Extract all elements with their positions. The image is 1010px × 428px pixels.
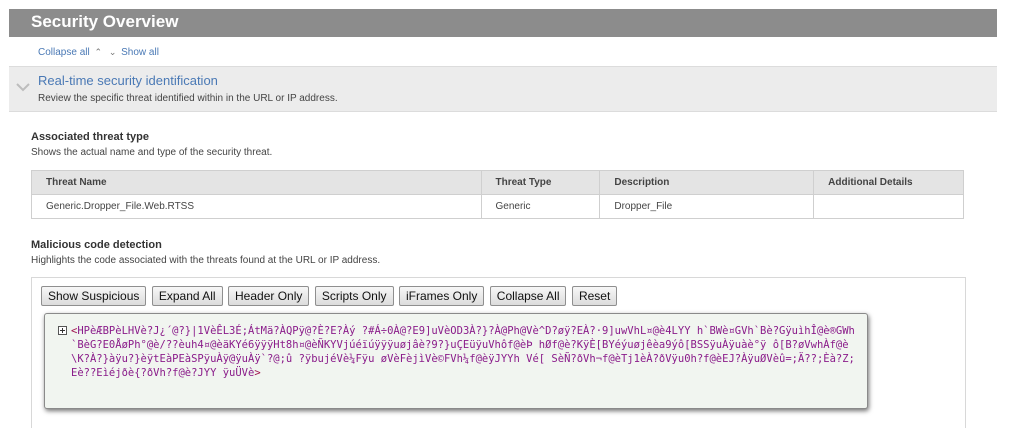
threat-table: Threat Name Threat Type Description Addi… bbox=[31, 170, 964, 219]
malicious-code-title: Malicious code detection bbox=[31, 239, 162, 251]
show-suspicious-button[interactable]: Show Suspicious bbox=[41, 286, 147, 306]
section-header-realtime[interactable]: Real-time security identification Review… bbox=[9, 66, 997, 112]
code-filter-toolbar: Show Suspicious Expand All Header Only S… bbox=[41, 286, 618, 306]
header-only-button[interactable]: Header Only bbox=[228, 286, 310, 306]
column-header-additional-details: Additional Details bbox=[813, 170, 964, 195]
table-header-row: Threat Name Threat Type Description Addi… bbox=[31, 170, 964, 195]
threat-type-description: Shows the actual name and type of the se… bbox=[31, 147, 273, 158]
cell-additional-details bbox=[813, 194, 964, 219]
collapse-all-link[interactable]: Collapse all bbox=[38, 47, 90, 58]
iframes-only-button[interactable]: iFrames Only bbox=[398, 286, 485, 306]
cell-threat-type: Generic bbox=[480, 194, 601, 219]
expand-plus-icon[interactable] bbox=[58, 326, 67, 335]
scripts-only-button[interactable]: Scripts Only bbox=[314, 286, 394, 306]
table-row: Generic.Dropper_File.Web.RTSS Generic Dr… bbox=[31, 194, 964, 219]
page-title: Security Overview bbox=[31, 12, 179, 31]
cell-threat-name: Generic.Dropper_File.Web.RTSS bbox=[31, 194, 482, 219]
code-view[interactable]: <HPèÆBPèLHVè?J¿´@?}|1VèÊL3É;ÁtMä?ÀQPÿ@?È… bbox=[44, 313, 868, 409]
chevron-down-icon[interactable] bbox=[16, 82, 30, 92]
cell-description: Dropper_File bbox=[599, 194, 815, 219]
column-header-threat-type: Threat Type bbox=[480, 170, 601, 195]
chevron-up-icon: ⌃ bbox=[94, 47, 103, 57]
code-text: HPèÆBPèLHVè?J¿´@?}|1VèÊL3É;ÁtMä?ÀQPÿ@?È?… bbox=[71, 325, 855, 379]
malicious-code-description: Highlights the code associated with the … bbox=[31, 255, 381, 266]
section-description: Review the specific threat identified wi… bbox=[38, 93, 338, 104]
threat-type-title: Associated threat type bbox=[31, 131, 149, 143]
show-all-link[interactable]: Show all bbox=[121, 47, 159, 58]
chevron-down-icon: ⌄ bbox=[108, 47, 117, 57]
collapse-all-button[interactable]: Collapse All bbox=[489, 286, 567, 306]
code-close-bracket: > bbox=[254, 367, 261, 379]
page-title-bar: Security Overview bbox=[9, 9, 997, 37]
expand-all-button[interactable]: Expand All bbox=[151, 286, 223, 306]
collapse-controls: Collapse all ⌃ ⌄ Show all bbox=[38, 47, 159, 58]
reset-button[interactable]: Reset bbox=[571, 286, 618, 306]
section-title[interactable]: Real-time security identification bbox=[38, 73, 218, 88]
column-header-threat-name: Threat Name bbox=[31, 170, 482, 195]
code-content: <HPèÆBPèLHVè?J¿´@?}|1VèÊL3É;ÁtMä?ÀQPÿ@?È… bbox=[71, 324, 861, 380]
column-header-description: Description bbox=[599, 170, 815, 195]
